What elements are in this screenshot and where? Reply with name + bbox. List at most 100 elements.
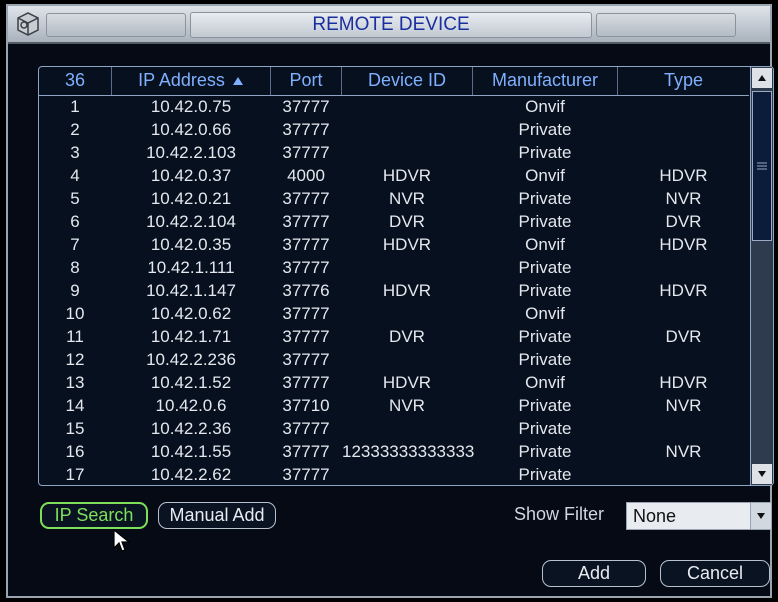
row-port-cell: 37710 [282,396,330,415]
row-index-cell: 11 [66,327,84,346]
row-manufacturer-cell: Private [518,143,572,162]
table-row[interactable]: 6 10.42.2.104 37777 DVR Private DVR [39,211,749,234]
row-port-cell: 37777 [282,235,330,254]
row-index-cell: 8 [70,258,80,277]
row-device-id-cell: HDVR [382,235,432,254]
table-row[interactable]: 14 10.42.0.6 37710 NVR Private NVR [39,395,749,418]
row-manufacturer-cell: Private [518,350,572,369]
scrollbar-thumb[interactable] [752,91,772,241]
row-port-cell: 37777 [282,212,330,231]
row-ip-cell: 10.42.0.62 [150,304,232,323]
row-device-id-cell: DVR [389,327,425,346]
row-ip-cell: 10.42.1.52 [150,373,232,392]
row-manufacturer-cell: Private [518,120,572,139]
column-header-manufacturer[interactable]: Manufacturer [473,70,617,91]
show-filter-value: None [633,506,677,526]
table-row[interactable]: 10 10.42.0.62 37777 Onvif [39,303,749,326]
table-row[interactable]: 17 10.42.2.62 37777 Private [39,464,749,485]
column-header-type[interactable]: Type [618,70,749,91]
column-header-count[interactable]: 36 [39,70,111,91]
column-header-device-id[interactable]: Device ID [342,70,472,91]
row-index-cell: 14 [65,396,85,415]
row-port-cell: 37777 [282,373,330,392]
row-type-cell: NVR [665,442,702,461]
scroll-down-button[interactable] [752,464,772,484]
column-header-ip-address[interactable]: IP Address [112,70,270,91]
cancel-button[interactable]: Cancel [660,560,770,587]
row-port-cell: 37777 [282,120,330,139]
row-ip-cell: 10.42.0.66 [150,120,232,139]
table-row[interactable]: 7 10.42.0.35 37777 HDVR Onvif HDVR [39,234,749,257]
title-bar: REMOTE DEVICE [8,6,770,44]
row-ip-cell: 10.42.0.75 [150,97,232,116]
row-ip-cell: 10.42.1.147 [146,281,236,300]
row-manufacturer-cell: Onvif [525,166,565,185]
row-type-cell: NVR [665,189,702,208]
row-index-cell: 16 [65,442,85,461]
row-manufacturer-cell: Private [518,212,572,231]
table-header: 36 IP Address Port Device ID Manufacture… [39,67,749,96]
show-filter-label: Show Filter [514,504,605,524]
row-ip-cell: 10.42.0.6 [155,396,227,415]
ip-search-button[interactable]: IP Search [40,502,148,529]
row-index-cell: 10 [65,304,85,323]
vertical-scrollbar[interactable] [750,67,773,485]
column-header-ip-label: IP Address [138,70,225,90]
row-manufacturer-cell: Private [518,419,572,438]
chevron-down-icon[interactable] [750,503,771,529]
table-row[interactable]: 2 10.42.0.66 37777 Private [39,119,749,142]
row-index-cell: 13 [65,373,85,392]
row-manufacturer-cell: Private [518,327,572,346]
row-device-id-cell: DVR [389,212,425,231]
row-port-cell: 37777 [282,465,330,484]
scroll-up-button[interactable] [752,68,772,88]
row-manufacturer-cell: Private [518,281,572,300]
row-index-cell: 17 [65,465,85,484]
row-type-cell: HDVR [659,166,708,185]
table-body: 1 10.42.0.75 37777 Onvif 2 10.42.0.66 37777 Pri… [39,96,749,485]
row-manufacturer-cell: Private [518,396,572,415]
title-right-tab [596,13,736,37]
row-type-cell: HDVR [659,281,708,300]
manual-add-button[interactable]: Manual Add [158,502,276,529]
table-row[interactable]: 8 10.42.1.111 37777 Private [39,257,749,280]
row-index-cell: 15 [65,419,85,438]
row-index-cell: 12 [65,350,85,369]
table-row[interactable]: 12 10.42.2.236 37777 Private [39,349,749,372]
row-port-cell: 4000 [287,166,325,185]
arrow-down-icon [758,471,766,477]
table-row[interactable]: 5 10.42.0.21 37777 NVR Private NVR [39,188,749,211]
row-ip-cell: 10.42.0.35 [150,235,232,254]
window-title: REMOTE DEVICE [190,12,592,38]
table-row[interactable]: 1 10.42.0.75 37777 Onvif [39,96,749,119]
add-button[interactable]: Add [542,560,646,587]
table-row[interactable]: 4 10.42.0.37 4000 HDVR Onvif HDVR [39,165,749,188]
row-device-id-cell: HDVR [382,373,432,392]
column-header-port[interactable]: Port [271,70,341,91]
row-ip-cell: 10.42.1.111 [147,258,235,277]
row-port-cell: 37777 [282,304,330,323]
row-ip-cell: 10.42.1.71 [150,327,232,346]
row-manufacturer-cell: Onvif [525,235,565,254]
mouse-pointer-icon [113,528,131,552]
title-left-tab [46,13,186,37]
row-type-cell: HDVR [659,373,708,392]
sort-ascending-icon [232,77,243,86]
table-row[interactable]: 15 10.42.2.36 37777 Private [39,418,749,441]
row-port-cell: 37777 [282,258,330,277]
table-row[interactable]: 3 10.42.2.103 37777 Private [39,142,749,165]
row-ip-cell: 10.42.2.62 [150,465,232,484]
row-device-id-cell: NVR [389,396,425,415]
table-row[interactable]: 13 10.42.1.52 37777 HDVR Onvif HDVR [39,372,749,395]
row-port-cell: 37777 [282,189,330,208]
show-filter-select[interactable]: None [626,502,772,530]
table-row[interactable]: 9 10.42.1.147 37776 HDVR Private HDVR [39,280,749,303]
row-index-cell: 2 [70,120,80,139]
table-row[interactable]: 11 10.42.1.71 37777 DVR Private DVR [39,326,749,349]
row-manufacturer-cell: Onvif [525,97,565,116]
table-row[interactable]: 16 10.42.1.55 37777 12333333333333 Private NV… [39,441,749,464]
row-manufacturer-cell: Onvif [525,373,565,392]
row-port-cell: 37777 [282,143,330,162]
row-index-cell: 9 [70,281,80,300]
row-type-cell: DVR [665,327,702,346]
